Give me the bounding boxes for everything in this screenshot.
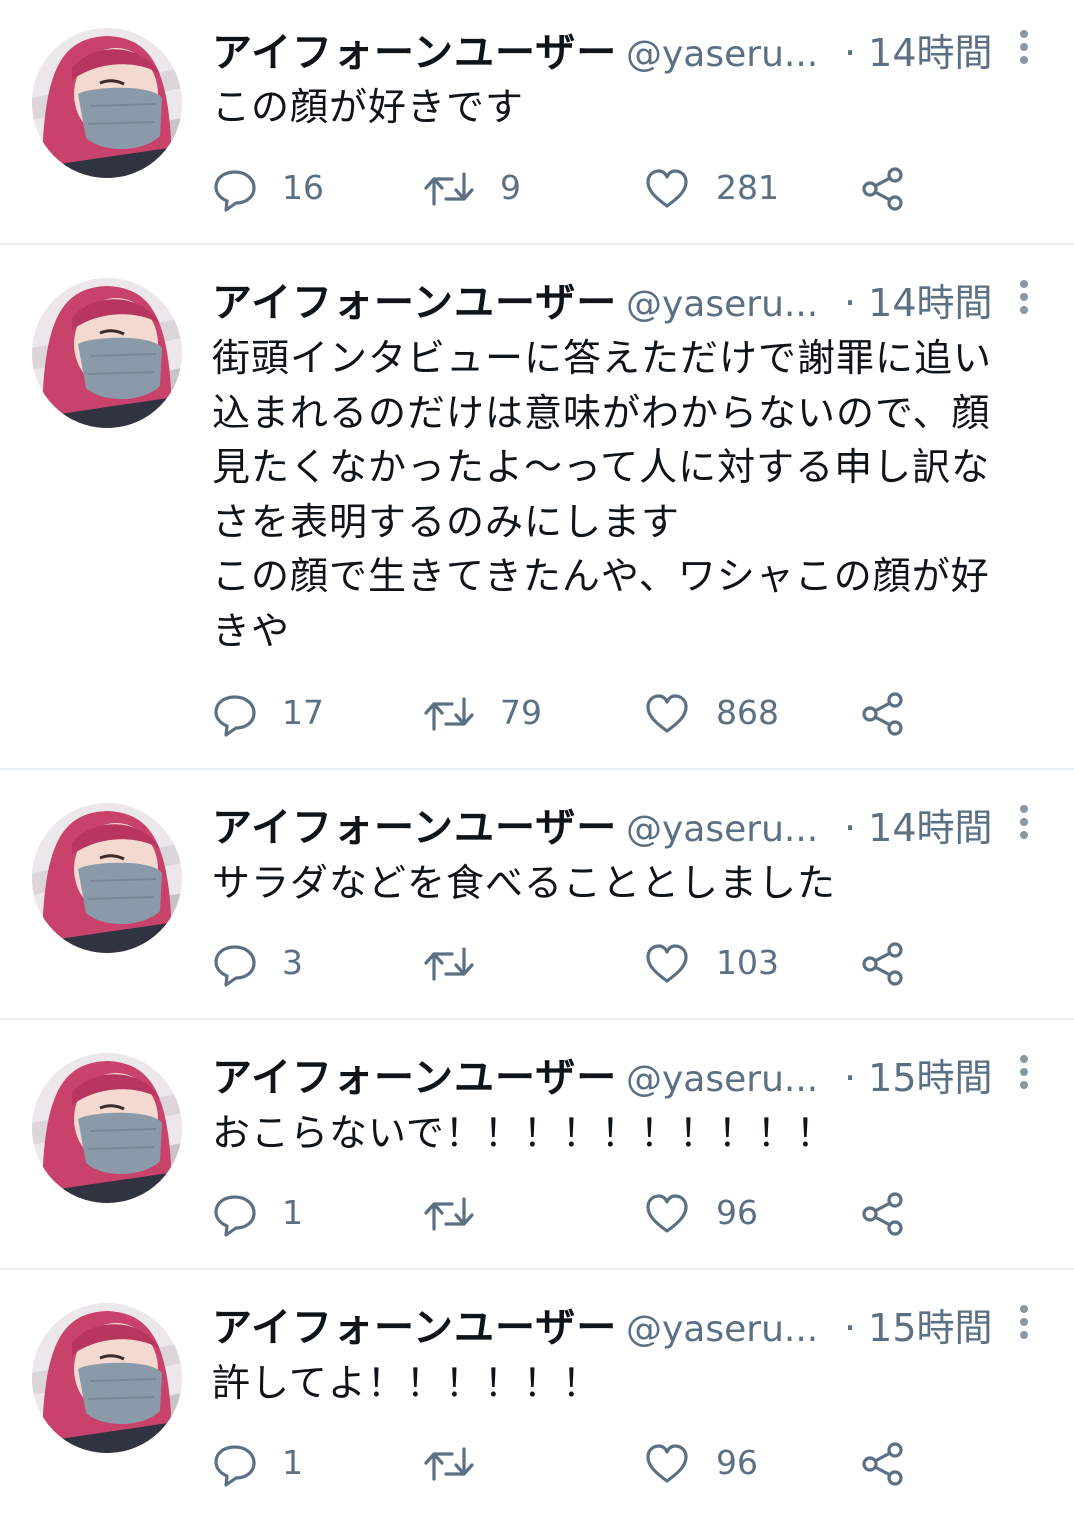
avatar[interactable] [32,278,182,428]
tweet-actions: 17 79 868 [212,688,972,738]
tweet-actions: 1 96 [212,1438,972,1488]
like-count: 281 [716,168,779,207]
more-vertical-icon[interactable] [1012,1305,1036,1345]
user-handle[interactable]: @yaseru... [626,278,818,332]
avatar[interactable] [32,28,182,178]
avatar-image [32,1053,182,1203]
tweet[interactable]: アイフォーンユーザー @yaseru... · 14時間 サラダなどを食べること… [0,770,1074,1020]
reply-count: 1 [282,1443,303,1482]
share-icon [862,1442,903,1486]
timestamp[interactable]: · 15時間 [844,1051,993,1105]
like-count: 96 [716,1443,758,1482]
user-handle[interactable]: @yaseru... [626,1303,818,1357]
tweet-header: アイフォーンユーザー @yaseru... · 14時間 [212,801,1042,861]
reply-count: 3 [282,943,303,982]
heart-icon [646,169,688,208]
heart-icon [646,944,688,983]
tweet[interactable]: アイフォーンユーザー @yaseru... · 14時間 街頭インタビューに答え… [0,245,1074,770]
reply-icon [214,945,256,987]
tweet-actions: 16 9 281 [212,163,972,213]
retweet-icon [424,172,474,206]
heart-icon [646,694,688,733]
tweet-header: アイフォーンユーザー @yaseru... · 15時間 [212,1301,1042,1361]
timestamp[interactable]: · 14時間 [844,276,993,330]
retweet-icon [424,697,474,731]
tweet-actions: 1 96 [212,1188,972,1238]
reply-icon [214,170,256,212]
avatar-image [32,803,182,953]
retweet-icon [424,1197,474,1231]
avatar[interactable] [32,803,182,953]
like-count: 103 [716,943,779,982]
tweet-text: 街頭インタビューに答えただけで謝罪に追い 込まれるのだけは意味がわからないので、… [212,336,993,653]
avatar-image [32,28,182,178]
user-handle[interactable]: @yaseru... [626,803,818,857]
tweet-header: アイフォーンユーザー @yaseru... · 14時間 [212,26,1042,86]
tweet[interactable]: アイフォーンユーザー @yaseru... · 14時間 この顔が好きです 16… [0,0,1074,245]
user-handle[interactable]: @yaseru... [626,1053,818,1107]
reply-count: 17 [282,693,324,732]
tweet-text: おこらないで！！！！！！！！！！ [212,1111,835,1155]
timestamp[interactable]: · 15時間 [844,1301,993,1355]
avatar[interactable] [32,1303,182,1453]
timestamp[interactable]: · 14時間 [844,801,993,855]
reply-count: 1 [282,1193,303,1232]
share-icon [862,942,903,986]
heart-icon [646,1444,688,1483]
display-name[interactable]: アイフォーンユーザー [212,1301,617,1355]
timestamp[interactable]: · 14時間 [844,26,993,80]
share-icon [862,167,903,211]
tweet[interactable]: アイフォーンユーザー @yaseru... · 15時間 おこらないで！！！！！… [0,1020,1074,1270]
tweet-header: アイフォーンユーザー @yaseru... · 14時間 [212,276,1042,336]
avatar-image [32,278,182,428]
retweet-icon [424,947,474,981]
more-vertical-icon[interactable] [1012,805,1036,845]
reply-icon [214,1445,256,1487]
heart-icon [646,1194,688,1233]
reply-icon [214,1195,256,1237]
share-icon [862,1192,903,1236]
tweet-text: サラダなどを食べることとしました [212,861,837,905]
avatar[interactable] [32,1053,182,1203]
display-name[interactable]: アイフォーンユーザー [212,276,617,330]
share-icon [862,692,903,736]
more-vertical-icon[interactable] [1012,1055,1036,1095]
display-name[interactable]: アイフォーンユーザー [212,1051,617,1105]
user-handle[interactable]: @yaseru... [626,28,818,82]
reply-count: 16 [282,168,324,207]
reply-icon [214,695,256,737]
avatar-image [32,1303,182,1453]
tweet-feed: アイフォーンユーザー @yaseru... · 14時間 この顔が好きです 16… [0,0,1074,1515]
retweet-count: 79 [500,693,542,732]
like-count: 868 [716,693,779,732]
more-vertical-icon[interactable] [1012,30,1036,70]
tweet-text: 許してよ！！！！！！ [212,1361,601,1405]
retweet-count: 9 [500,168,521,207]
tweet[interactable]: アイフォーンユーザー @yaseru... · 15時間 許してよ！！！！！！ … [0,1270,1074,1515]
tweet-header: アイフォーンユーザー @yaseru... · 15時間 [212,1051,1042,1111]
more-vertical-icon[interactable] [1012,280,1036,320]
display-name[interactable]: アイフォーンユーザー [212,26,617,80]
retweet-icon [424,1447,474,1481]
display-name[interactable]: アイフォーンユーザー [212,801,617,855]
tweet-actions: 3 103 [212,938,972,988]
tweet-text: この顔が好きです [212,85,525,129]
like-count: 96 [716,1193,758,1232]
